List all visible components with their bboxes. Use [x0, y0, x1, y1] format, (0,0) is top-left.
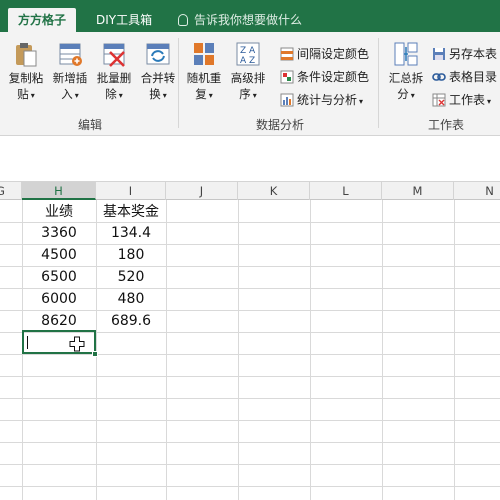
grid-line [0, 464, 500, 465]
group-divider [378, 38, 379, 128]
svg-text:A: A [249, 46, 256, 56]
worksheet-button[interactable]: 工作表 ▾ [432, 90, 491, 110]
save-as-sheet-button[interactable]: 另存本表 [432, 44, 497, 64]
chevron-down-icon: ▾ [487, 97, 492, 106]
chevron-down-icon: ▾ [252, 91, 257, 100]
spreadsheet-grid[interactable]: G H I J K L M N 业绩 基本奖金 3360 134.4 4500 … [0, 182, 500, 500]
merge-convert-button[interactable]: 合并转 换 ▾ [136, 40, 180, 104]
worksheet-group-label: 工作表 [428, 118, 465, 132]
table-cell[interactable]: 134.4 [96, 222, 166, 244]
merge-convert-icon [144, 40, 172, 68]
table-cell[interactable]: 180 [96, 244, 166, 266]
summary-split-icon [392, 40, 420, 68]
column-header-n[interactable]: N [454, 182, 500, 200]
chevron-down-icon: ▾ [118, 91, 123, 100]
interval-color-icon [280, 47, 294, 61]
table-cell[interactable]: 6500 [22, 266, 96, 288]
column-header-h[interactable]: H [22, 182, 96, 200]
grid-line [166, 200, 167, 500]
formula-area [0, 136, 500, 182]
data-analysis-group-label: 数据分析 [256, 118, 305, 132]
grid-line [0, 376, 500, 377]
interval-color-button[interactable]: 间隔设定颜色 [280, 44, 369, 64]
table-of-contents-button[interactable]: 表格目录 [432, 67, 497, 87]
stats-analysis-icon [280, 93, 294, 107]
chevron-down-icon: ▾ [359, 97, 364, 106]
cell-h-header[interactable]: 业绩 [22, 201, 96, 223]
insert-button[interactable]: 新增插 入 ▾ [48, 40, 92, 104]
column-header-i[interactable]: I [96, 182, 166, 200]
table-cell[interactable]: 520 [96, 266, 166, 288]
cell-cursor-icon [69, 336, 85, 352]
random-repeat-button[interactable]: 随机重 复 ▾ [182, 40, 226, 104]
random-repeat-icon [190, 40, 218, 68]
table-cell[interactable]: 689.6 [96, 310, 166, 332]
fill-handle[interactable] [92, 351, 98, 357]
grid-line [0, 354, 500, 355]
svg-text:Z: Z [240, 46, 246, 56]
column-header-g[interactable]: G [0, 182, 22, 200]
grid-line [0, 420, 500, 421]
svg-text:A: A [240, 56, 247, 66]
conditional-color-button[interactable]: 条件设定颜色 [280, 67, 369, 87]
table-cell[interactable]: 480 [96, 288, 166, 310]
ribbon: 复制粘 贴 ▾ 新增插 入 ▾ 批量删 除 ▾ 合并转 换 ▾ 编辑 随机重 复 ▾ ZA… [0, 32, 500, 136]
column-header-row: G H I J K L M N [0, 182, 500, 200]
link-icon [432, 70, 446, 84]
svg-text:Z: Z [249, 56, 255, 66]
table-cell[interactable]: 4500 [22, 244, 96, 266]
tell-me-placeholder: 告诉我你想要做什么 [194, 13, 303, 27]
grid-line [310, 200, 311, 500]
cell-i-header[interactable]: 基本奖金 [96, 201, 166, 223]
sort-az-icon: ZAAZ [234, 40, 262, 68]
tab-fangfang-gezi[interactable]: 方方格子 [8, 8, 77, 32]
column-header-j[interactable]: J [166, 182, 238, 200]
grid-line [0, 398, 500, 399]
chevron-down-icon: ▾ [74, 91, 79, 100]
chevron-down-icon: ▾ [208, 91, 213, 100]
insert-rows-icon [56, 40, 84, 68]
batch-delete-button[interactable]: 批量删 除 ▾ [92, 40, 136, 104]
column-header-m[interactable]: M [382, 182, 454, 200]
ribbon-tab-bar: 方方格子 DIY工具箱 告诉我你想要做什么 [0, 0, 500, 32]
chevron-down-icon: ▾ [410, 91, 415, 100]
tab-diy-toolbox[interactable]: DIY工具箱 [86, 8, 162, 32]
table-cell[interactable]: 8620 [22, 310, 96, 332]
grid-line [382, 200, 383, 500]
save-icon [432, 47, 446, 61]
clipboard-icon [12, 40, 40, 68]
table-cell[interactable]: 6000 [22, 288, 96, 310]
copy-paste-button[interactable]: 复制粘 贴 ▾ [4, 40, 48, 104]
conditional-color-icon [280, 70, 294, 84]
lightbulb-icon [178, 14, 188, 26]
table-cell[interactable]: 3360 [22, 222, 96, 244]
edit-group-label: 编辑 [78, 118, 103, 132]
column-header-k[interactable]: K [238, 182, 310, 200]
grid-line [0, 486, 500, 487]
grid-line [454, 200, 455, 500]
column-header-l[interactable]: L [310, 182, 382, 200]
worksheet-icon [432, 93, 446, 107]
summary-split-button[interactable]: 汇总拆 分 ▾ [384, 40, 428, 104]
chevron-down-icon: ▾ [30, 91, 35, 100]
delete-rows-icon [100, 40, 128, 68]
chevron-down-icon: ▾ [162, 91, 167, 100]
text-caret [27, 336, 28, 349]
tell-me-search[interactable]: 告诉我你想要做什么 [178, 8, 302, 32]
group-divider [178, 38, 179, 128]
stats-analysis-button[interactable]: 统计与分析 ▾ [280, 90, 363, 110]
grid-line [0, 442, 500, 443]
advanced-sort-button[interactable]: ZAAZ 高级排 序 ▾ [226, 40, 270, 104]
grid-line [238, 200, 239, 500]
